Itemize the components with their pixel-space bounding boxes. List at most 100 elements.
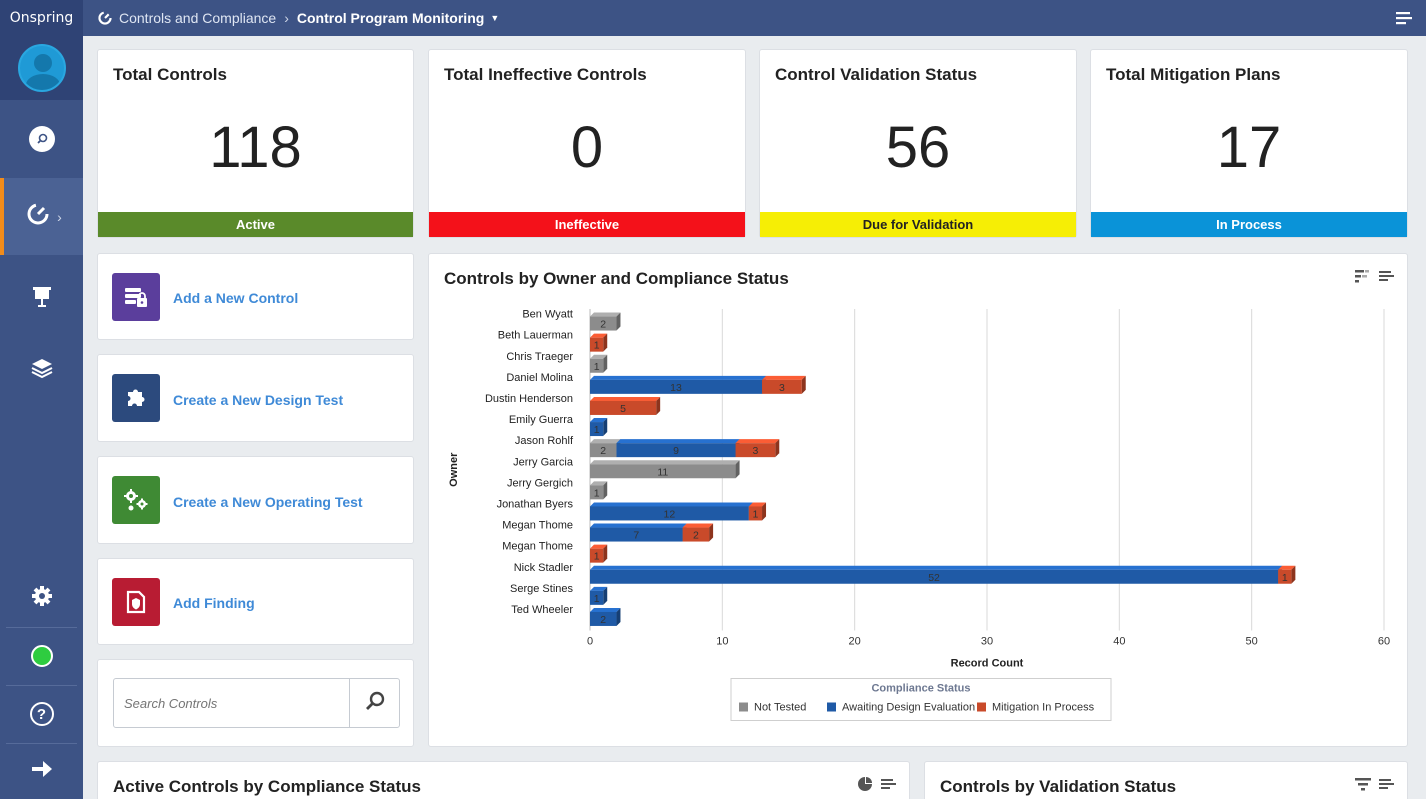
sidebar-item-status[interactable] bbox=[0, 627, 83, 685]
menu-icon[interactable] bbox=[1379, 776, 1395, 797]
x-tick-label: 30 bbox=[981, 636, 993, 648]
panel-tools bbox=[1355, 776, 1395, 797]
top-bar: Controls and Compliance › Control Progra… bbox=[83, 0, 1426, 36]
breadcrumb-parent[interactable]: Controls and Compliance bbox=[119, 10, 276, 26]
x-tick-label: 50 bbox=[1246, 636, 1258, 648]
y-tick-label: Nick Stadler bbox=[514, 562, 574, 574]
stat-card-total-controls[interactable]: Total Controls 118 Active bbox=[97, 49, 414, 238]
y-tick-label: Serge Stines bbox=[510, 583, 573, 595]
sidebar-item-layers[interactable] bbox=[0, 343, 83, 398]
bar-segment-top bbox=[616, 439, 740, 444]
y-tick-label: Megan Thome bbox=[502, 541, 573, 553]
presentation-icon bbox=[32, 286, 52, 313]
avatar[interactable] bbox=[17, 44, 66, 92]
owner-compliance-chart: 0 10 20 30 40 50 60 Record Count Owner Ben Wyatt 2… bbox=[448, 309, 1390, 721]
y-tick-label: Emily Guerra bbox=[509, 414, 574, 426]
active-controls-panel: Active Controls by Compliance Status bbox=[97, 761, 910, 799]
panel-title: Controls by Validation Status bbox=[940, 777, 1177, 796]
action-operating-test[interactable]: Create a New Operating Test bbox=[97, 456, 414, 544]
bar-segment-top bbox=[590, 439, 621, 444]
search-button[interactable] bbox=[349, 679, 399, 727]
bar-segment-top bbox=[590, 523, 687, 528]
legend-title: Compliance Status bbox=[871, 683, 970, 695]
y-tick-label: Chris Traeger bbox=[506, 351, 573, 363]
data-label: 2 bbox=[600, 445, 606, 457]
x-tick-label: 20 bbox=[849, 636, 861, 648]
bar-segment-top bbox=[590, 607, 621, 612]
action-design-test[interactable]: Create a New Design Test bbox=[97, 354, 414, 442]
funnel-icon[interactable] bbox=[1355, 776, 1371, 797]
sidebar-item-help[interactable]: ? bbox=[0, 685, 83, 743]
panel-title: Active Controls by Compliance Status bbox=[113, 777, 421, 796]
bar-segment-top bbox=[682, 523, 714, 528]
breadcrumb-current[interactable]: Control Program Monitoring bbox=[297, 10, 484, 26]
pie-chart-icon[interactable] bbox=[857, 776, 873, 797]
sidebar-item-dashboards[interactable]: › bbox=[0, 178, 83, 255]
bar-segment-top bbox=[590, 375, 767, 380]
data-label: 1 bbox=[594, 361, 600, 373]
bar-segment-top bbox=[590, 312, 621, 317]
gear-icon bbox=[31, 585, 53, 612]
sidebar-item-presentation[interactable] bbox=[0, 255, 83, 343]
dashboard-icon bbox=[97, 10, 113, 26]
stat-card-validation[interactable]: Control Validation Status 56 Due for Val… bbox=[759, 49, 1077, 238]
search-icon bbox=[28, 126, 55, 152]
x-tick-label: 0 bbox=[587, 636, 593, 648]
menu-icon[interactable] bbox=[881, 776, 897, 797]
data-label: 2 bbox=[600, 319, 606, 331]
dashboard-icon bbox=[25, 201, 51, 232]
data-label: 1 bbox=[1282, 572, 1288, 584]
data-label: 1 bbox=[594, 551, 600, 563]
help-icon: ? bbox=[29, 702, 54, 726]
action-add-control[interactable]: Add a New Control bbox=[97, 253, 414, 340]
search-box bbox=[113, 678, 400, 728]
legend-swatch bbox=[827, 702, 836, 712]
brand-logo[interactable]: Onspring bbox=[0, 0, 83, 36]
y-tick-label: Jerry Gergich bbox=[507, 477, 573, 489]
status-badge: Active bbox=[98, 212, 413, 237]
stat-title: Total Mitigation Plans bbox=[1106, 65, 1281, 84]
caret-down-icon[interactable]: ▼ bbox=[490, 13, 499, 23]
data-label: 13 bbox=[670, 382, 682, 394]
y-tick-label: Ted Wheeler bbox=[511, 604, 573, 616]
y-tick-label: Dustin Henderson bbox=[485, 393, 573, 405]
sidebar-item-settings[interactable] bbox=[0, 570, 83, 627]
search-input[interactable] bbox=[114, 679, 349, 727]
sidebar-item-logout[interactable] bbox=[0, 743, 83, 799]
y-tick-label: Daniel Molina bbox=[506, 372, 574, 384]
data-label: 3 bbox=[779, 382, 785, 394]
x-tick-label: 10 bbox=[716, 636, 728, 648]
stat-title: Control Validation Status bbox=[775, 65, 978, 84]
data-label: 11 bbox=[657, 466, 668, 478]
data-label: 5 bbox=[620, 403, 626, 415]
data-label: 1 bbox=[594, 424, 600, 436]
menu-icon[interactable] bbox=[1396, 11, 1412, 28]
action-add-finding[interactable]: Add Finding bbox=[97, 558, 414, 645]
action-label[interactable]: Add a New Control bbox=[173, 290, 298, 306]
chevron-right-icon: › bbox=[57, 208, 62, 225]
stat-card-ineffective[interactable]: Total Ineffective Controls 0 Ineffective bbox=[428, 49, 746, 238]
action-label[interactable]: Create a New Operating Test bbox=[173, 494, 363, 510]
stat-value: 118 bbox=[209, 115, 302, 180]
shield-doc-icon bbox=[112, 578, 160, 626]
data-label: 2 bbox=[693, 530, 699, 542]
x-axis-label: Record Count bbox=[951, 658, 1024, 670]
data-label: 1 bbox=[594, 487, 600, 499]
stat-value: 17 bbox=[1216, 115, 1282, 180]
data-label: 2 bbox=[600, 614, 606, 626]
server-lock-icon bbox=[112, 273, 160, 321]
action-label[interactable]: Add Finding bbox=[173, 595, 255, 611]
sidebar-item-search[interactable] bbox=[0, 100, 83, 178]
legend-label: Not Tested bbox=[754, 702, 806, 714]
stat-title: Total Controls bbox=[113, 65, 227, 84]
puzzle-icon bbox=[112, 374, 160, 422]
profile-area bbox=[0, 36, 83, 100]
bar-segment-top bbox=[735, 439, 780, 444]
owner-chart-panel: Controls by Owner and Compliance Status … bbox=[428, 253, 1408, 747]
data-label: 9 bbox=[673, 445, 679, 457]
stat-title: Total Ineffective Controls bbox=[444, 65, 647, 84]
action-label[interactable]: Create a New Design Test bbox=[173, 392, 343, 408]
bar-segment-top bbox=[590, 565, 1283, 570]
stat-card-mitigation[interactable]: Total Mitigation Plans 17 In Process bbox=[1090, 49, 1408, 238]
data-label: 1 bbox=[594, 593, 600, 605]
